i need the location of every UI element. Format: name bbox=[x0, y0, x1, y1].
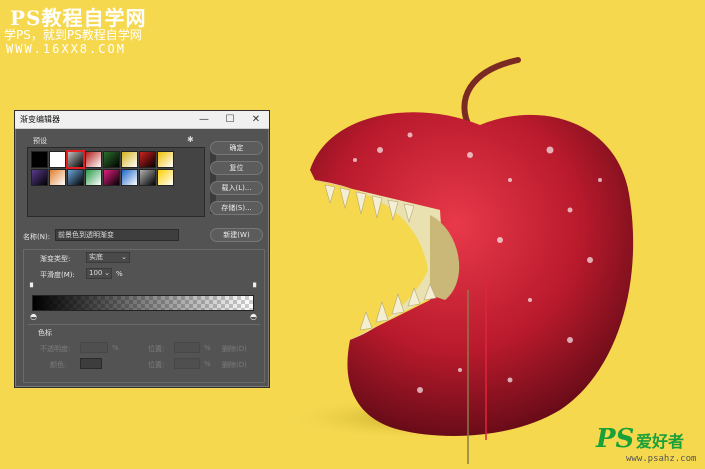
gradient-type-value: 实底 bbox=[89, 253, 103, 261]
opacity-location-label: 位置: bbox=[148, 345, 165, 353]
gear-icon[interactable]: ✱ bbox=[187, 135, 194, 144]
preset-swatch[interactable] bbox=[121, 169, 138, 186]
presets-label: 预设 bbox=[33, 137, 47, 145]
gradient-preview-bar[interactable] bbox=[32, 295, 254, 311]
gradient-type-select[interactable]: 实底 ⌄ bbox=[86, 252, 130, 263]
preset-swatch[interactable] bbox=[139, 169, 156, 186]
presets-panel bbox=[27, 147, 216, 217]
stop-color-swatch[interactable] bbox=[80, 358, 102, 369]
color-location-label: 位置: bbox=[148, 361, 165, 369]
preset-swatch[interactable] bbox=[157, 151, 174, 168]
color-location-field[interactable] bbox=[174, 358, 200, 369]
ok-button[interactable]: 确定 bbox=[210, 141, 263, 155]
name-field[interactable]: 前景色到透明渐变 bbox=[55, 229, 179, 241]
watermark-subtitle: 学PS，就到PS教程自学网 bbox=[4, 28, 142, 42]
gradient-settings-group: 渐变类型: 实底 ⌄ 平滑度(M): 100 ⌄ % ▘ ▝ ◓ ◓ 色标 不透… bbox=[23, 249, 265, 383]
close-icon[interactable]: ✕ bbox=[243, 111, 269, 129]
reset-button[interactable]: 复位 bbox=[210, 161, 263, 175]
preset-swatch[interactable] bbox=[103, 169, 120, 186]
bottom-logo: PS bbox=[596, 424, 635, 454]
chevron-down-icon: ⌄ bbox=[104, 269, 110, 277]
preset-swatch[interactable] bbox=[31, 169, 48, 186]
bottom-logo-name: 爱好者 bbox=[636, 432, 685, 451]
gradient-type-label: 渐变类型: bbox=[40, 255, 71, 263]
smoothness-label: 平滑度(M): bbox=[40, 271, 75, 279]
preset-swatch[interactable] bbox=[103, 151, 120, 168]
opacity-location-unit: % bbox=[204, 344, 211, 352]
preset-swatch[interactable] bbox=[157, 169, 174, 186]
preset-swatch[interactable] bbox=[49, 169, 66, 186]
smoothness-unit: % bbox=[116, 270, 123, 278]
opacity-field[interactable] bbox=[80, 342, 108, 353]
color-label: 颜色: bbox=[50, 361, 67, 369]
smoothness-field[interactable]: 100 ⌄ bbox=[86, 268, 112, 279]
preset-swatch-grid bbox=[31, 150, 174, 186]
save-button[interactable]: 存储(S)... bbox=[210, 201, 263, 215]
name-label: 名称(N): bbox=[23, 233, 51, 241]
preset-swatch[interactable] bbox=[66, 150, 85, 169]
dialog-title: 渐变编辑器 bbox=[20, 115, 60, 124]
preset-swatch[interactable] bbox=[85, 151, 102, 168]
opacity-stop-right[interactable]: ▝ bbox=[250, 283, 256, 292]
monster-apple-artwork bbox=[285, 57, 634, 464]
color-stop-left[interactable]: ◓ bbox=[30, 312, 37, 321]
load-button[interactable]: 载入(L)... bbox=[210, 181, 263, 195]
preset-swatch[interactable] bbox=[139, 151, 156, 168]
dialog-titlebar[interactable]: 渐变编辑器 — ☐ ✕ bbox=[15, 111, 269, 129]
smoothness-value: 100 bbox=[89, 269, 103, 277]
color-location-unit: % bbox=[204, 360, 211, 368]
gradient-editor-dialog: 渐变编辑器 — ☐ ✕ 预设 ✱ 确定 复位 载入(L)... 存储(S)...… bbox=[14, 110, 270, 388]
minimize-icon[interactable]: — bbox=[191, 111, 217, 129]
opacity-unit: % bbox=[112, 344, 119, 352]
opacity-label: 不透明度: bbox=[40, 345, 71, 353]
color-stop-right[interactable]: ◓ bbox=[250, 312, 257, 321]
watermark-url: WWW.16XX8.COM bbox=[6, 42, 126, 56]
preset-swatch[interactable] bbox=[49, 151, 66, 168]
opacity-stop-left[interactable]: ▘ bbox=[30, 283, 36, 292]
new-button[interactable]: 新建(W) bbox=[210, 228, 263, 242]
preset-swatch[interactable] bbox=[67, 169, 84, 186]
chevron-down-icon: ⌄ bbox=[121, 253, 127, 261]
preset-swatch[interactable] bbox=[85, 169, 102, 186]
opacity-delete-button[interactable]: 删除(D) bbox=[222, 344, 247, 354]
preset-swatch[interactable] bbox=[121, 151, 138, 168]
maximize-icon[interactable]: ☐ bbox=[217, 111, 243, 129]
color-delete-button[interactable]: 删除(D) bbox=[222, 360, 247, 370]
opacity-location-field[interactable] bbox=[174, 342, 200, 353]
stops-divider bbox=[28, 324, 260, 325]
bottom-watermark-url: www.psahz.com bbox=[626, 454, 697, 464]
preset-swatch[interactable] bbox=[31, 151, 48, 168]
stops-group-label: 色标 bbox=[38, 329, 52, 337]
